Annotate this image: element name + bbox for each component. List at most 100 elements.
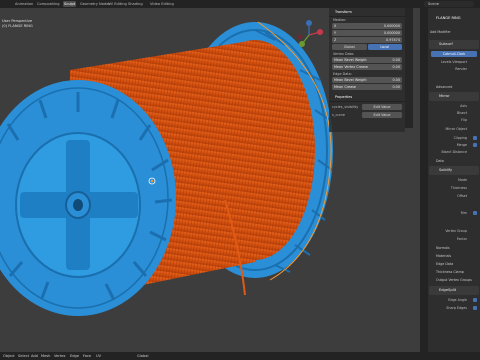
axis-value: 0.97474 <box>385 38 400 42</box>
properties-tab-column[interactable] <box>420 8 428 352</box>
mirror-object-row[interactable]: Mirror Object <box>429 126 479 132</box>
tab-sculpt[interactable]: Sculpt <box>63 1 77 7</box>
field-label: Mean Bevel Weight <box>334 78 367 82</box>
thickness-row[interactable]: Thickness <box>429 185 479 191</box>
rim-checkbox[interactable] <box>473 211 477 215</box>
field-label: Sharp Edges <box>446 306 467 310</box>
modifier-name: EdgeSplit <box>439 288 457 292</box>
transform-orientation-dropdown[interactable]: Global <box>137 352 148 360</box>
clipping-row[interactable]: Clipping <box>429 135 479 141</box>
solidify-mode-row[interactable]: Mode <box>429 177 479 183</box>
field-label: Offset <box>457 194 467 198</box>
navigation-gizmo[interactable] <box>294 20 324 50</box>
solidify-modifier-header[interactable]: Solidify <box>429 166 479 175</box>
data-section[interactable]: Data <box>436 159 444 163</box>
menu-uv[interactable]: UV <box>96 352 101 360</box>
bisect-distance-row[interactable]: Bisect Distance <box>429 149 479 155</box>
field-label: Render <box>455 67 467 71</box>
mirror-flip-row[interactable]: Flip <box>429 117 479 123</box>
mirror-bisect-row[interactable]: Bisect <box>429 110 479 116</box>
rim-row[interactable]: Rim <box>429 210 479 216</box>
edge-mean-crease-field[interactable]: Mean Crease 0.00 <box>332 84 402 90</box>
menu-add[interactable]: Add <box>31 352 38 360</box>
scene-name: Scene <box>428 2 439 6</box>
render-levels-row[interactable]: Render <box>429 66 479 72</box>
transform-panel-title[interactable]: Transform <box>329 8 405 17</box>
catmull-clark-button[interactable]: Catmull-Clark <box>431 51 477 57</box>
tab-animation[interactable]: Animation <box>14 1 34 7</box>
edit-value-button[interactable]: Edit Value <box>362 112 402 118</box>
field-label: Merge <box>456 143 467 147</box>
axis-value: 0.000000 <box>383 24 400 28</box>
sidebar-tabs[interactable] <box>405 8 413 128</box>
median-z-field[interactable]: Z 0.97474 <box>332 37 402 43</box>
edgesplit-modifier-header[interactable]: EdgeSplit <box>429 286 479 295</box>
menu-vertex[interactable]: Vertex <box>54 352 66 360</box>
edge-mean-bevel-weight-field[interactable]: Mean Bevel Weight 0.00 <box>332 77 402 83</box>
global-button[interactable]: Global <box>332 44 367 50</box>
field-label: Levels Viewport <box>440 60 467 64</box>
mean-bevel-weight-field[interactable]: Mean Bevel Weight 0.00 <box>332 57 402 63</box>
mean-vertex-crease-field[interactable]: Mean Vertex Crease 0.00 <box>332 64 402 70</box>
menu-mesh[interactable]: Mesh <box>41 352 50 360</box>
edit-value-button[interactable]: Edit Value <box>362 104 402 110</box>
local-button[interactable]: Local <box>367 44 402 50</box>
field-label: Factor <box>456 237 467 241</box>
field-label: Mean Bevel Weight <box>334 58 367 62</box>
field-label: Clipping <box>453 136 467 140</box>
modifier-name: Mirror <box>439 94 450 98</box>
field-value: 0.00 <box>392 78 400 82</box>
viewport-header-bar: Object Select Add Mesh Vertex Edge Face … <box>0 352 480 360</box>
field-value: 0.00 <box>392 65 400 69</box>
axis-value: 0.000000 <box>383 31 400 35</box>
tab-compositing[interactable]: Compositing <box>36 1 61 7</box>
median-y-field[interactable]: Y 0.000000 <box>332 30 402 36</box>
prop-key: cycles_visibility <box>332 105 359 109</box>
tab-video-editing[interactable]: Video Editing <box>149 1 175 7</box>
add-modifier-button[interactable]: Add Modifier <box>430 30 451 34</box>
sidebar-n-panel: Transform Median: X 0.000000 Y 0.000000 Z0… <box>329 8 405 132</box>
output-vertex-groups-section[interactable]: Output Vertex Groups <box>436 278 472 282</box>
field-label: Mean Crease <box>334 85 357 89</box>
tab-shading[interactable]: Shading <box>127 1 144 7</box>
sharp-edges-checkbox[interactable] <box>473 306 477 310</box>
advanced-section[interactable]: Advanced <box>436 85 452 89</box>
properties-panel-title[interactable]: Properties <box>329 93 405 102</box>
field-label: Mirror Object <box>445 127 468 131</box>
menu-select[interactable]: Select <box>18 352 29 360</box>
menu-object[interactable]: Object <box>3 352 15 360</box>
sharp-edges-row[interactable]: Sharp Edges <box>429 305 479 311</box>
normals-section[interactable]: Normals <box>436 246 450 250</box>
vertex-group-row[interactable]: Vertex Group <box>429 228 479 234</box>
subsurf-mode-row[interactable]: Catmull-Clark <box>429 51 479 57</box>
menu-edge[interactable]: Edge <box>70 352 79 360</box>
offset-row[interactable]: Offset <box>429 193 479 199</box>
mirror-axis-row[interactable]: Axis <box>429 103 479 109</box>
thickness-clamp-section[interactable]: Thickness Clamp <box>436 270 464 274</box>
subsurf-modifier-header[interactable]: Subsurf <box>429 40 479 49</box>
median-x-field[interactable]: X 0.000000 <box>332 23 402 29</box>
clipping-checkbox[interactable] <box>473 136 477 140</box>
edge-data-section[interactable]: Edge Data <box>436 262 453 266</box>
custom-prop-row: cycles_visibility Edit Value <box>332 104 402 110</box>
tab-uv-editing[interactable]: UV Editing <box>107 1 128 7</box>
field-label: Bisect Distance <box>441 150 468 154</box>
field-label: Thickness <box>450 186 467 190</box>
merge-checkbox[interactable] <box>473 143 477 147</box>
field-label: Bisect <box>456 111 467 115</box>
menu-face[interactable]: Face <box>83 352 91 360</box>
merge-row[interactable]: Merge <box>429 142 479 148</box>
custom-prop-row: s_curve Edit Value <box>332 112 402 118</box>
hub-hole <box>73 199 83 211</box>
mirror-modifier-header[interactable]: Mirror <box>429 92 479 101</box>
field-label: Flip <box>461 118 467 122</box>
field-label: Vertex Group <box>445 229 467 233</box>
modifier-name: Subsurf <box>439 42 453 46</box>
edge-angle-row[interactable]: Edge Angle <box>429 297 479 303</box>
materials-section[interactable]: Materials <box>436 254 451 258</box>
edge-angle-checkbox[interactable] <box>473 298 477 302</box>
scene-selector[interactable]: Scene <box>424 1 474 7</box>
factor-row[interactable]: Factor <box>429 236 479 242</box>
levels-viewport-row[interactable]: Levels Viewport <box>429 59 479 65</box>
axis-label: Y <box>334 31 337 35</box>
